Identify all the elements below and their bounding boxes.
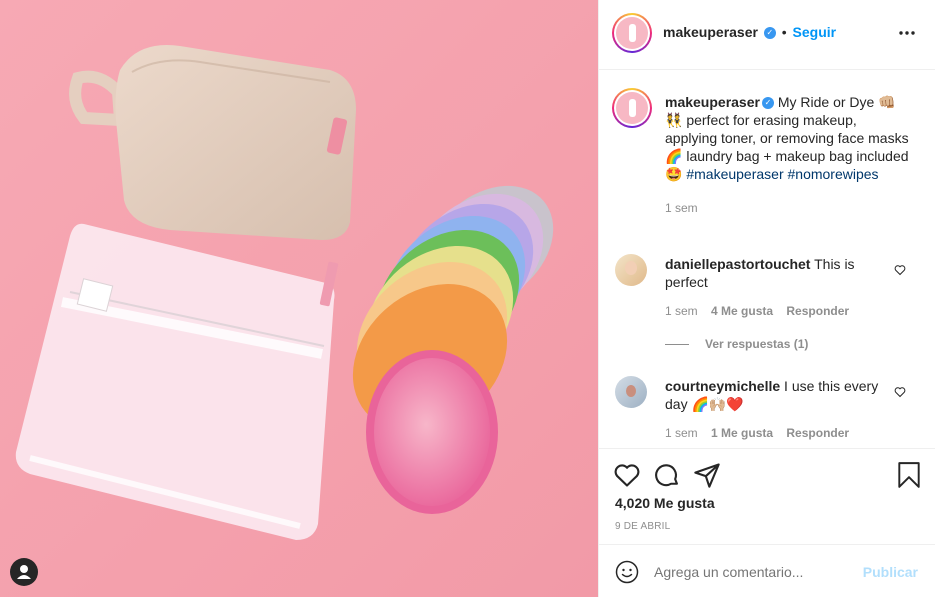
star-eyes-emoji: 🤩 [665,166,683,182]
reply-button[interactable]: Responder [786,304,849,318]
dancers-emoji: 👯 [665,112,683,128]
paper-plane-icon [694,463,720,488]
hashtag-link[interactable]: #makeuperaser [686,166,783,182]
caption-timestamp[interactable]: 1 sem [665,199,910,217]
more-horizontal-icon [899,31,915,35]
verified-icon: ✓ [763,27,776,40]
caption-text: My Ride or Dye [773,94,879,110]
follow-button[interactable]: Seguir [793,24,837,40]
caption-avatar[interactable] [612,88,652,128]
comment-username[interactable]: daniellepastortouchet [665,256,810,272]
comment-button[interactable] [653,461,681,489]
comment-emojis: 🌈🙌🏼❤️ [691,396,744,412]
reply-button[interactable]: Responder [786,426,849,440]
fist-emoji: 👊🏼 [878,94,896,110]
product-photo-illustration [0,0,598,597]
comment-likes[interactable]: 4 Me gusta [711,304,773,318]
rainbow-emoji: 🌈 [665,148,683,164]
share-button[interactable] [693,461,721,489]
tagged-user-button[interactable] [10,558,38,586]
commenter-avatar[interactable] [615,376,647,408]
post-photo[interactable] [0,0,598,597]
user-icon [17,565,31,579]
comment-like-icon[interactable] [894,386,906,398]
comment-item: courtneymichelle I use this every day 🌈🙌… [599,374,935,444]
comment-like-icon[interactable] [894,264,906,276]
post-sidebar: makeuperaser ✓ • Seguir makeuperaser ✓ My… [598,0,935,597]
save-button[interactable] [896,461,922,489]
emoji-button[interactable] [615,560,639,584]
hashtag-link[interactable]: #nomorewipes [788,166,879,182]
commenter-avatar[interactable] [615,254,647,286]
author-username[interactable]: makeuperaser [663,24,758,40]
divider-line [665,343,689,345]
comment-likes[interactable]: 1 Me gusta [711,426,773,440]
publish-button[interactable]: Publicar [863,564,918,580]
caption-username[interactable]: makeuperaser [665,94,760,110]
comment-timestamp[interactable]: 1 sem [665,304,698,318]
bookmark-icon [898,462,920,488]
like-button[interactable] [613,461,641,489]
post-header: makeuperaser ✓ • Seguir [599,0,935,70]
comment-timestamp[interactable]: 1 sem [665,426,698,440]
author-avatar[interactable] [612,13,652,53]
instagram-post: makeuperaser ✓ • Seguir makeuperaser ✓ My… [0,0,935,597]
caption-text: laundry bag + makeup bag included [682,148,909,164]
more-options-button[interactable] [898,24,916,42]
comment-item: daniellepastortouchet This is perfect 1 … [599,252,935,362]
view-replies-button[interactable]: Ver respuestas (1) [665,337,808,351]
post-date[interactable]: 9 DE ABRIL [615,521,670,532]
separator-dot: • [781,24,787,40]
action-section: 4,020 Me gusta 9 DE ABRIL [599,448,935,544]
comment-icon [655,464,678,487]
comment-input[interactable] [654,561,854,583]
smiley-icon [615,560,639,584]
verified-icon: ✓ [761,97,774,110]
comment-form: Publicar [599,544,935,597]
likes-count[interactable]: 4,020 Me gusta [615,495,715,511]
comment-username[interactable]: courtneymichelle [665,378,780,394]
view-replies-label: Ver respuestas (1) [705,337,809,351]
heart-icon [614,464,640,487]
caption-text: perfect for erasing makeup, applying ton… [665,112,909,146]
